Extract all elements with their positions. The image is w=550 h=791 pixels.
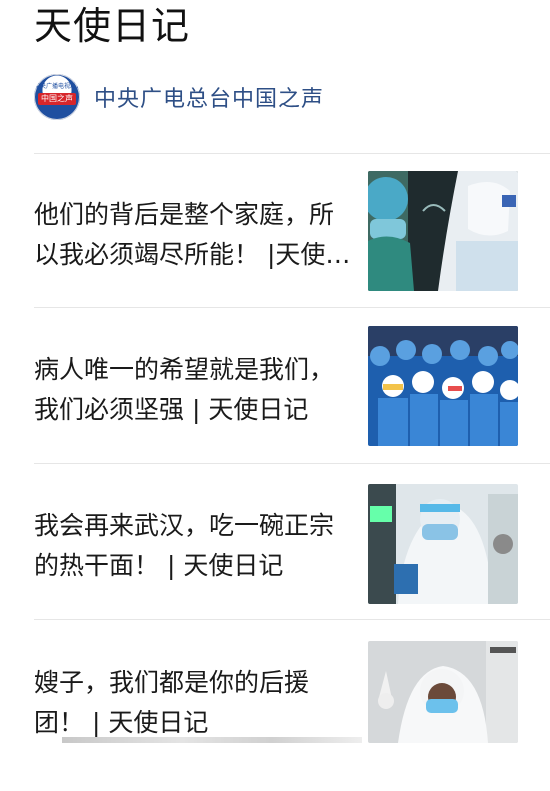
source-account[interactable]: 中央广播电视总台 中国之声 中央广电总台中国之声 [34, 73, 324, 121]
article-item[interactable]: 我会再来武汉，吃一碗正宗的热干面！ | 天使日记 [34, 484, 550, 634]
bottom-scroll-indicator [62, 737, 362, 743]
article-thumbnail[interactable] [368, 484, 518, 604]
divider [34, 619, 550, 620]
article-item[interactable]: 嫂子，我们都是你的后援团！ | 天使日记 [34, 641, 550, 791]
page-title: 天使日记 [34, 4, 191, 48]
article-title[interactable]: 我会再来武汉，吃一碗正宗的热干面！ | 天使日记 [34, 506, 352, 586]
divider [34, 307, 550, 308]
source-name[interactable]: 中央广电总台中国之声 [94, 81, 324, 113]
article-thumbnail[interactable] [368, 326, 518, 446]
article-title[interactable]: 病人唯一的希望就是我们，我们必须坚强 | 天使日记 [34, 350, 352, 430]
article-item[interactable]: 他们的背后是整个家庭，所以我必须竭尽所能！ |天使日记 [34, 171, 550, 321]
article-title[interactable]: 他们的背后是整个家庭，所以我必须竭尽所能！ |天使日记 [34, 195, 352, 275]
logo-text-band: 中国之声 [38, 93, 76, 105]
article-thumbnail[interactable] [368, 641, 518, 743]
article-item[interactable]: 病人唯一的希望就是我们，我们必须坚强 | 天使日记 [34, 326, 550, 476]
divider [34, 463, 550, 464]
divider [34, 153, 550, 154]
channel-logo[interactable]: 中央广播电视总台 中国之声 [34, 74, 80, 120]
article-title[interactable]: 嫂子，我们都是你的后援团！ | 天使日记 [34, 663, 352, 743]
logo-text-top: 中央广播电视总台 [34, 83, 80, 90]
article-thumbnail[interactable] [368, 171, 518, 291]
